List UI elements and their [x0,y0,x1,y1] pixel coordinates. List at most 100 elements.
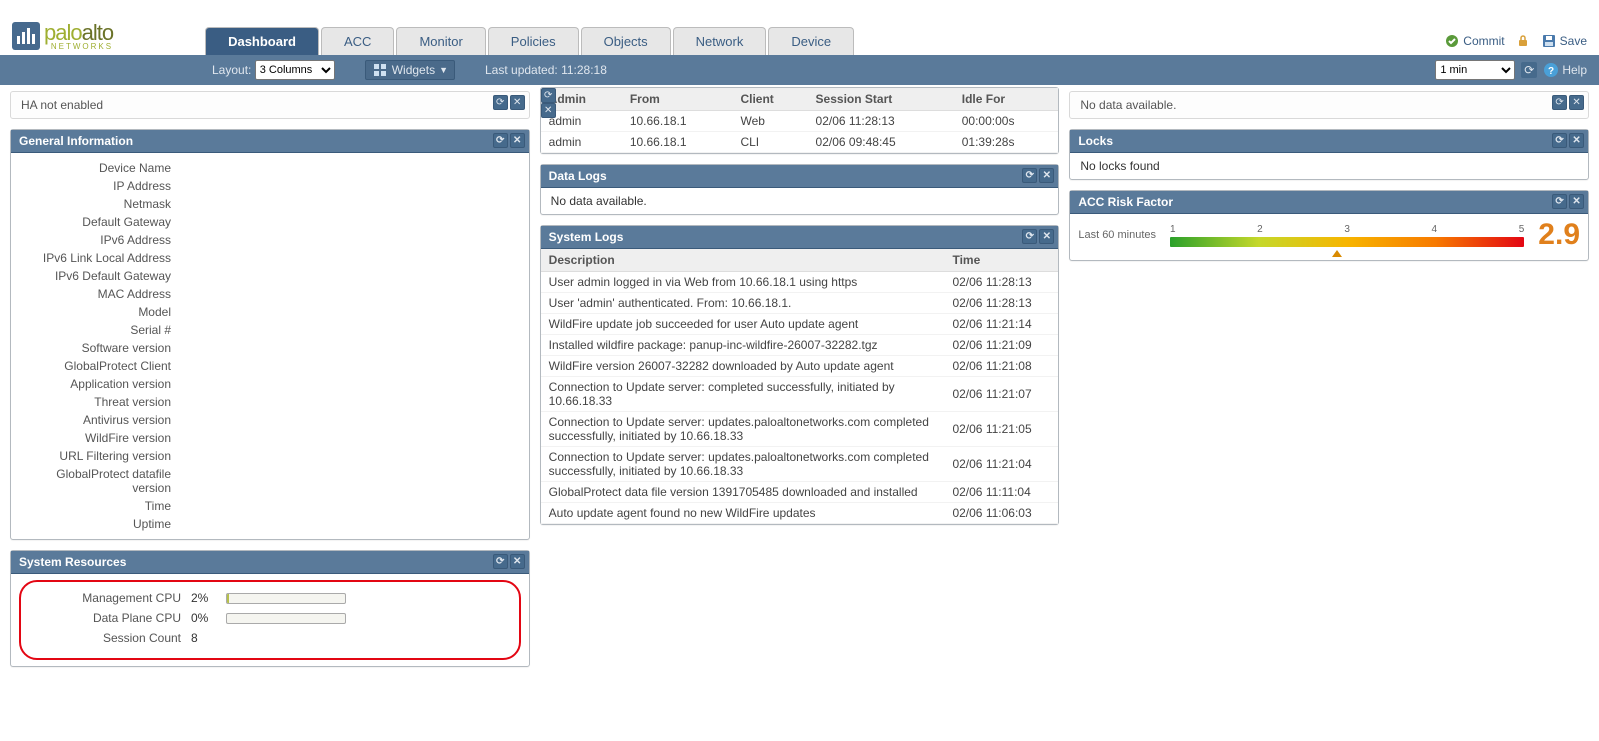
refresh-icon[interactable]: ⟳ [493,95,508,110]
widget-title: Locks [1078,134,1113,148]
brand-logo: paloalto NETWORKS [0,20,125,55]
log-description: Installed wildfire package: panup-inc-wi… [541,335,945,356]
column-1: HA not enabled ⟳✕ General Information ⟳✕… [10,91,530,677]
dashboard-main: HA not enabled ⟳✕ General Information ⟳✕… [0,85,1599,683]
layout-select[interactable]: 3 Columns [255,60,335,80]
refresh-icon[interactable]: ⟳ [493,554,508,569]
admins-widget: ⟳✕ AdminFromClientSession StartIdle Fora… [540,87,1060,154]
save-icon [1541,33,1557,49]
log-time: 02/06 11:21:07 [944,377,1058,412]
column-2: ⟳✕ AdminFromClientSession StartIdle Fora… [540,91,1060,535]
info-label: Time [21,499,181,513]
tab-network[interactable]: Network [673,27,767,55]
log-description: WildFire version 26007-32282 downloaded … [541,356,945,377]
info-row: Time [21,497,519,515]
close-icon[interactable]: ✕ [1569,95,1584,110]
col3-plain-widget: No data available. ⟳✕ [1069,91,1589,119]
top-bar: paloalto NETWORKS DashboardACCMonitorPol… [0,0,1599,55]
info-row: Application version [21,375,519,393]
info-label: Antivirus version [21,413,181,427]
info-label: Model [21,305,181,319]
info-value [181,341,519,355]
lock-icon[interactable] [1515,33,1531,49]
close-icon[interactable]: ✕ [510,95,525,110]
info-row: Software version [21,339,519,357]
refresh-interval-select[interactable]: 1 min [1435,60,1515,80]
info-row: Threat version [21,393,519,411]
risk-tick: 4 [1432,224,1438,235]
tab-policies[interactable]: Policies [488,27,579,55]
tab-monitor[interactable]: Monitor [396,27,485,55]
info-value [181,197,519,211]
tab-dashboard[interactable]: Dashboard [205,27,319,55]
commit-label: Commit [1463,34,1504,48]
tab-objects[interactable]: Objects [581,27,671,55]
info-value [181,269,519,283]
help-icon: ? [1543,62,1559,78]
table-cell: 10.66.18.1 [622,132,733,153]
widgets-icon [372,62,388,78]
refresh-icon[interactable]: ⟳ [493,133,508,148]
widget-title: System Logs [549,230,624,244]
info-row: MAC Address [21,285,519,303]
risk-tick: 5 [1519,224,1525,235]
log-description: Connection to Update server: updates.pal… [541,412,945,447]
info-label: Application version [21,377,181,391]
widget-title: System Resources [19,555,126,569]
info-label: WildFire version [21,431,181,445]
refresh-icon[interactable]: ⟳ [1521,62,1537,78]
tab-acc[interactable]: ACC [321,27,394,55]
tab-device[interactable]: Device [768,27,854,55]
widgets-button[interactable]: Widgets ▼ [365,60,455,80]
save-link[interactable]: Save [1541,33,1587,49]
nav-tabs: DashboardACCMonitorPoliciesObjectsNetwor… [205,27,856,55]
info-row: Serial # [21,321,519,339]
refresh-icon[interactable]: ⟳ [1552,95,1567,110]
table-header: Time [944,249,1058,272]
info-value [181,449,519,463]
info-label: Device Name [21,161,181,175]
info-label: Uptime [21,517,181,531]
info-label: MAC Address [21,287,181,301]
info-label: Threat version [21,395,181,409]
close-icon[interactable]: ✕ [1039,168,1054,183]
risk-marker [1332,250,1342,257]
refresh-icon[interactable]: ⟳ [1022,229,1037,244]
close-icon[interactable]: ✕ [510,133,525,148]
table-cell: 01:39:28s [954,132,1059,153]
svg-text:?: ? [1548,66,1554,77]
info-value [181,287,519,301]
commit-link[interactable]: Commit [1444,33,1504,49]
table-header: Description [541,249,945,272]
column-3: No data available. ⟳✕ Locks ⟳✕ No locks … [1069,91,1589,271]
info-row: IPv6 Default Gateway [21,267,519,285]
widget-title: General Information [19,134,133,148]
table-row: Installed wildfire package: panup-inc-wi… [541,335,1059,356]
widget-title: ACC Risk Factor [1078,195,1173,209]
close-icon[interactable]: ✕ [541,103,556,118]
no-data-text: No data available. [1080,98,1176,112]
info-row: IP Address [21,177,519,195]
info-value [181,233,519,247]
close-icon[interactable]: ✕ [1569,133,1584,148]
close-icon[interactable]: ✕ [1039,229,1054,244]
log-description: Connection to Update server: completed s… [541,377,945,412]
widget-header: Locks ⟳✕ [1070,130,1588,153]
risk-tick: 2 [1257,224,1263,235]
close-icon[interactable]: ✕ [510,554,525,569]
progress-bar [226,613,346,624]
info-row: Netmask [21,195,519,213]
log-description: WildFire update job succeeded for user A… [541,314,945,335]
help-link[interactable]: ? Help [1543,62,1587,78]
system-logs-widget: System Logs ⟳✕ DescriptionTimeUser admin… [540,225,1060,525]
resource-row: Session Count8 [31,628,509,648]
refresh-icon[interactable]: ⟳ [1022,168,1037,183]
refresh-icon[interactable]: ⟳ [1552,133,1567,148]
close-icon[interactable]: ✕ [1569,194,1584,209]
refresh-icon[interactable]: ⟳ [1552,194,1567,209]
save-label: Save [1560,34,1587,48]
refresh-icon[interactable]: ⟳ [541,88,556,103]
risk-period: Last 60 minutes [1078,229,1156,241]
resource-row: Management CPU2% [31,588,509,608]
widgets-label: Widgets [392,63,435,77]
